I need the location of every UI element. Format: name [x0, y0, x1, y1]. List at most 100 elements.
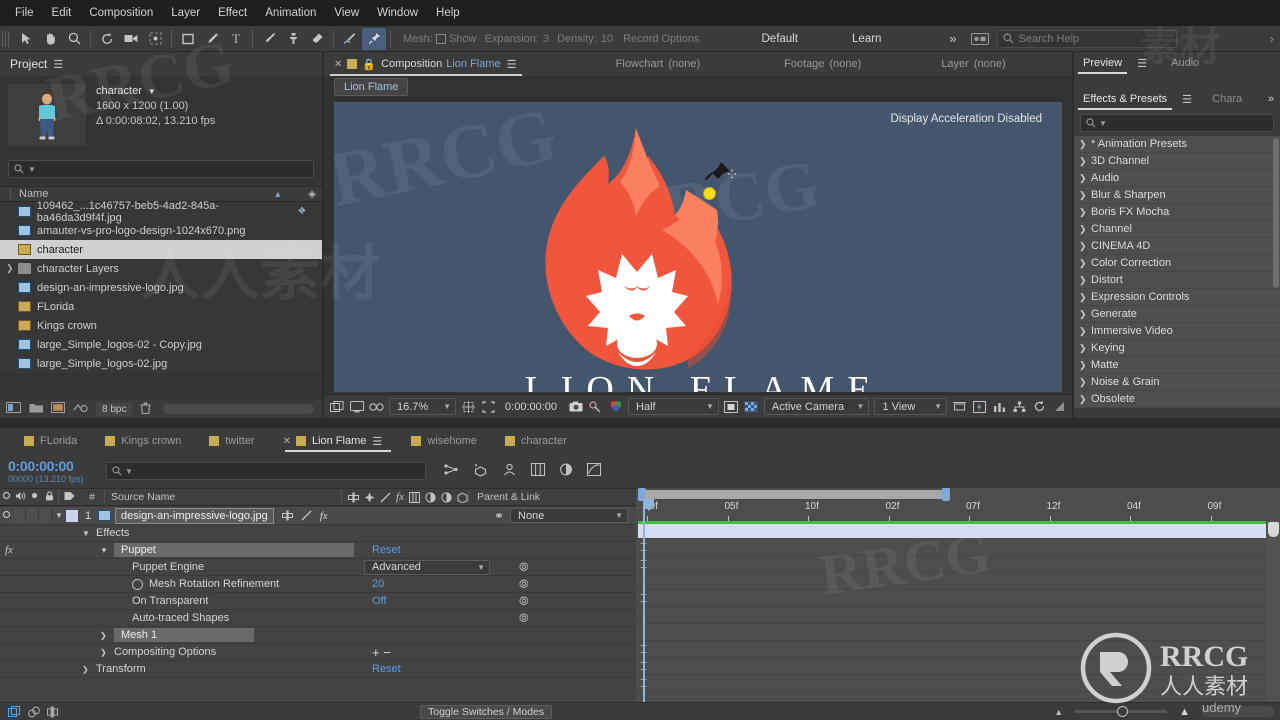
brush-tool-icon[interactable] — [257, 28, 281, 50]
disclosure-triangle-icon[interactable]: ❯ — [1079, 326, 1091, 337]
reset-exposure-icon[interactable] — [1032, 398, 1047, 416]
rotation-tool-icon[interactable] — [95, 28, 119, 50]
clone-stamp-tool-icon[interactable] — [281, 28, 305, 50]
disclosure-triangle-icon[interactable]: ❯ — [82, 665, 96, 674]
comp-name-chip[interactable]: Lion Flame — [334, 78, 409, 96]
effect-category-row[interactable]: ❯ CINEMA 4D — [1074, 238, 1280, 255]
timeline-comp-tab[interactable]: wisehome — [397, 428, 491, 454]
composition-panel-menu-icon[interactable]: ☰ — [507, 58, 518, 71]
layer-expand-arrow-icon[interactable]: ▼ — [52, 511, 66, 520]
menu-item-edit[interactable]: Edit — [43, 0, 81, 26]
timeline-comp-tab[interactable]: ✕ Lion Flame ☰ — [269, 428, 398, 454]
timeline-property-row[interactable]: Puppet Engine Advanced ▼ ⦾ — [0, 559, 636, 576]
timeline-property-row[interactable]: ❯ Mesh 1 — [0, 627, 636, 644]
close-tab-icon[interactable]: ✕ — [283, 436, 291, 447]
effect-category-row[interactable]: ❯ Boris FX Mocha — [1074, 204, 1280, 221]
expansion-value[interactable]: 3 — [543, 33, 549, 45]
graph-editor-icon[interactable] — [587, 463, 601, 479]
parent-and-link-header[interactable]: Parent & Link — [468, 491, 636, 503]
stopwatch-icon[interactable] — [132, 578, 143, 590]
project-tab[interactable]: Project — [10, 57, 47, 71]
draft-3d-icon[interactable] — [473, 463, 488, 480]
layer-bar-fill[interactable] — [638, 524, 1266, 538]
disclosure-triangle-icon[interactable]: ❯ — [6, 263, 18, 274]
preview-panel-menu-icon[interactable]: ☰ — [1137, 57, 1148, 70]
timeline-comp-tab[interactable]: twitter — [195, 428, 268, 454]
timeline-layer-duration-bar[interactable] — [636, 521, 1280, 539]
tab-audio[interactable]: Audio — [1162, 52, 1208, 74]
disclosure-triangle-icon[interactable]: ❯ — [1079, 360, 1091, 371]
layer-parent-select[interactable]: None ▼ — [510, 508, 628, 523]
timeline-property-row[interactable]: fx ▼ Puppet Reset — [0, 542, 636, 559]
project-search-input[interactable]: ▼ — [8, 160, 314, 178]
layer-lock-toggle[interactable] — [39, 509, 52, 522]
project-panel-menu-icon[interactable]: ☰ — [53, 58, 64, 71]
timeline-comp-tab[interactable]: Kings crown — [91, 428, 195, 454]
effect-category-row[interactable]: ❯ Blur & Sharpen — [1074, 187, 1280, 204]
tab-footage[interactable]: Footage (none) — [762, 52, 883, 76]
main-view-icon[interactable] — [349, 398, 364, 416]
disclosure-triangle-icon[interactable]: ❯ — [1079, 207, 1091, 218]
timeline-grid-row[interactable]: ⌶ — [636, 556, 1280, 573]
composition-timecode[interactable]: 0:00:00:00 — [505, 401, 557, 413]
puppet-pin-tool-icon[interactable] — [362, 27, 386, 50]
project-list-item[interactable]: large_Simple_logos-02.jpg — [0, 354, 322, 373]
timeline-comp-tab[interactable]: character — [491, 428, 581, 454]
region-of-interest-toggle-icon[interactable] — [724, 398, 739, 416]
region-of-interest-icon[interactable] — [481, 398, 496, 416]
pan-behind-tool-icon[interactable] — [143, 28, 167, 50]
camera-view-select[interactable]: Active Camera ▼ — [763, 398, 870, 415]
workspace-overflow-chevron-icon[interactable]: » — [949, 31, 956, 46]
menu-item-animation[interactable]: Animation — [256, 0, 325, 26]
disclosure-triangle-icon[interactable]: ❯ — [1079, 190, 1091, 201]
grid-guides-icon[interactable] — [461, 398, 476, 416]
timeline-property-row[interactable]: On Transparent Off ⦾ — [0, 593, 636, 610]
disclosure-triangle-icon[interactable]: ▼ — [82, 529, 96, 538]
channels-icon[interactable] — [608, 398, 623, 416]
label-color-icon[interactable]: ◈ — [308, 189, 316, 200]
new-comp-icon[interactable] — [6, 402, 21, 416]
effect-category-row[interactable]: ❯ Immersive Video — [1074, 323, 1280, 340]
workspace-default-button[interactable]: Default — [762, 33, 798, 45]
work-area-bar[interactable] — [638, 490, 946, 499]
layer-solo-toggle[interactable] — [26, 509, 39, 522]
hide-shy-layers-icon[interactable] — [502, 463, 517, 480]
menu-item-help[interactable]: Help — [427, 0, 469, 26]
parent-pickwhip-icon[interactable]: ⚭ — [494, 509, 504, 523]
composition-canvas[interactable]: RRCG RRCG LION FLAME Display Acceleratio… — [334, 102, 1062, 392]
property-value[interactable]: Advanced ▼ — [364, 559, 490, 575]
tab-preview[interactable]: Preview — [1074, 52, 1131, 74]
effect-category-row[interactable]: ❯ Distort — [1074, 272, 1280, 289]
project-column-name[interactable]: Name — [10, 188, 48, 200]
comp-flowchart-icon[interactable] — [1012, 398, 1027, 416]
disclosure-triangle-icon[interactable]: ❯ — [1079, 241, 1091, 252]
expression-toggle-icon[interactable]: ⦾ — [519, 611, 529, 626]
timeline-property-row[interactable]: Mesh Rotation Refinement 20 ⦾ — [0, 576, 636, 593]
menu-item-composition[interactable]: Composition — [80, 0, 162, 26]
tab-composition[interactable]: ✕ 🔒 Composition Lion Flame ☰ — [330, 52, 522, 76]
project-footer-scroll[interactable] — [163, 404, 314, 414]
effect-category-row[interactable]: ❯ Keying — [1074, 340, 1280, 357]
hand-tool-icon[interactable] — [38, 28, 62, 50]
effect-category-row[interactable]: ❯ * Animation Presets — [1074, 136, 1280, 153]
disclosure-triangle-icon[interactable]: ❯ — [1079, 275, 1091, 286]
disclosure-triangle-icon[interactable]: ❯ — [1079, 292, 1091, 303]
effects-search-input[interactable]: ▼ — [1080, 114, 1274, 132]
view-layout-select[interactable]: 1 View ▼ — [874, 398, 947, 415]
timeline-property-row[interactable]: ❯ Compositing Options + − — [0, 644, 636, 661]
timeline-scroll-thumb[interactable] — [1267, 522, 1279, 537]
zoom-level-select[interactable]: 16.7% ▼ — [389, 398, 457, 415]
disclosure-triangle-icon[interactable]: ▼ — [100, 546, 114, 555]
effect-category-row[interactable]: ❯ Generate — [1074, 306, 1280, 323]
timeline-property-row[interactable]: ▼ Effects — [0, 525, 636, 542]
effect-category-row[interactable]: ❯ 3D Channel — [1074, 153, 1280, 170]
disclosure-triangle-icon[interactable]: ❯ — [1079, 377, 1091, 388]
zoom-tool-icon[interactable] — [62, 28, 86, 50]
comp-footer-grip[interactable] — [1052, 398, 1067, 416]
project-list-item[interactable]: 109462_...1c46757-beb5-4ad2-845a-ba46da3… — [0, 200, 322, 224]
delete-icon[interactable] — [140, 402, 151, 417]
expression-toggle-icon[interactable]: ⦾ — [519, 577, 529, 592]
composition-mini-flowchart-icon[interactable] — [444, 463, 459, 479]
property-value[interactable]: 20 — [372, 578, 384, 590]
lock-icon[interactable]: 🔒 — [362, 58, 376, 71]
